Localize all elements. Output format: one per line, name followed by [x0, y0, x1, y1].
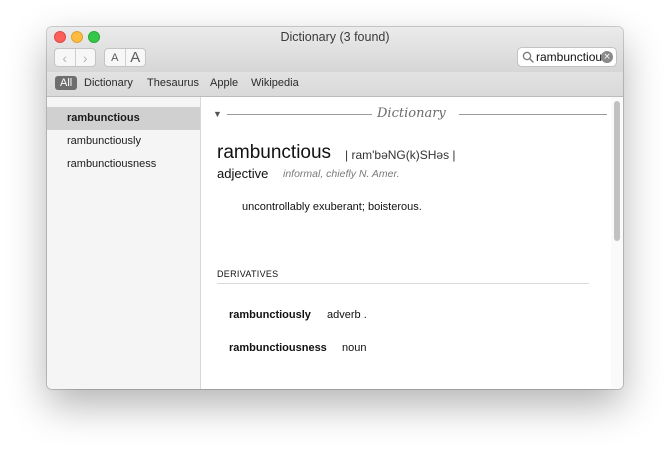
derivative-pos: noun: [342, 342, 367, 354]
search-icon: [522, 51, 534, 63]
scrollbar-thumb[interactable]: [614, 101, 620, 241]
derivative-word[interactable]: rambunctiously: [229, 309, 311, 321]
title-bar: Dictionary (3 found) ‹ › A A rambunctiou…: [47, 27, 623, 73]
tab-thesaurus[interactable]: Thesaurus: [142, 76, 204, 90]
search-input[interactable]: rambunctious: [536, 50, 603, 64]
tab-apple[interactable]: Apple: [205, 76, 243, 90]
search-field[interactable]: rambunctious ×: [517, 47, 617, 67]
scrollbar[interactable]: [611, 97, 623, 389]
headword: rambunctious: [217, 142, 332, 163]
tab-dictionary[interactable]: Dictionary: [79, 76, 138, 90]
derivative-pos: adverb .: [327, 309, 367, 321]
derivatives-divider: [217, 283, 589, 284]
sidebar-item-rambunctiously[interactable]: rambunctiously: [47, 130, 200, 153]
section-title: Dictionary: [377, 106, 446, 121]
scope-bar: All Dictionary Thesaurus Apple Wikipedia: [47, 72, 623, 97]
increase-font-button[interactable]: A: [124, 49, 146, 66]
font-smaller-label: A: [111, 51, 119, 64]
dictionary-window: Dictionary (3 found) ‹ › A A rambunctiou…: [47, 27, 623, 389]
back-button[interactable]: ‹: [55, 49, 75, 66]
sidebar-item-rambunctious[interactable]: rambunctious: [47, 107, 200, 130]
decrease-font-button[interactable]: A: [105, 49, 125, 66]
derivative-word[interactable]: rambunctiousness: [229, 342, 327, 354]
chevron-left-icon: ‹: [62, 49, 68, 66]
definition: uncontrollably exuberant; boisterous.: [242, 201, 422, 213]
sidebar-item-rambunctiousness[interactable]: rambunctiousness: [47, 153, 200, 176]
font-larger-label: A: [130, 49, 141, 66]
tab-wikipedia[interactable]: Wikipedia: [246, 76, 304, 90]
section-divider: [459, 114, 607, 115]
forward-button[interactable]: ›: [74, 49, 96, 66]
chevron-right-icon: ›: [82, 49, 88, 66]
part-of-speech: adjective: [217, 166, 269, 181]
results-sidebar: rambunctious rambunctiously rambunctious…: [47, 97, 201, 389]
tab-all[interactable]: All: [55, 76, 78, 90]
disclosure-triangle-icon[interactable]: ▼: [213, 109, 222, 119]
usage-register: informal, chiefly N. Amer.: [283, 168, 400, 180]
window-title: Dictionary (3 found): [280, 30, 390, 44]
dictionary-section-header[interactable]: ▼ Dictionary: [213, 106, 607, 123]
derivatives-heading: DERIVATIVES: [217, 269, 279, 279]
clear-search-icon[interactable]: ×: [601, 51, 613, 63]
pronunciation: | ram'bəNG(k)SHəs |: [345, 148, 456, 162]
navigation-buttons: ‹ ›: [54, 48, 96, 67]
entry-content: ▼ Dictionary rambunctious | ram'bəNG(k)S…: [201, 97, 623, 389]
font-size-buttons: A A: [104, 48, 146, 67]
section-divider: [227, 114, 372, 115]
